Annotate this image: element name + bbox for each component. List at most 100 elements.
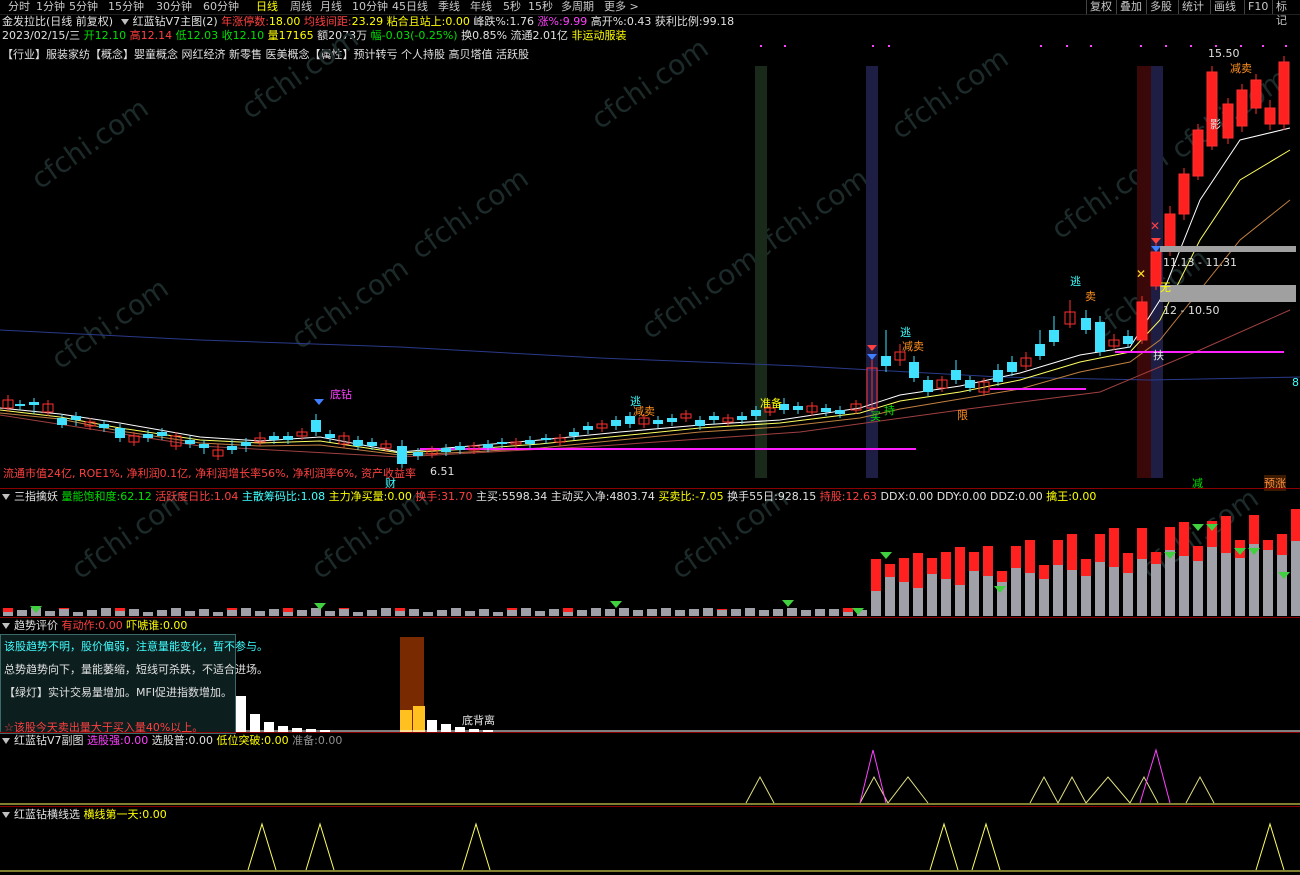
candle-body-43 <box>611 420 621 426</box>
candle-body-76 <box>1081 318 1091 330</box>
trend-bar-gold-2 <box>413 706 425 732</box>
panel4-title[interactable]: 红蓝钻V7副图 <box>14 734 84 747</box>
candle-body-64 <box>909 362 919 378</box>
box-line-top <box>1160 246 1296 252</box>
vol-gray-76 <box>1067 570 1077 616</box>
panel2-items: 量能饱和度:62.12 活跃度日比:1.04 主散筹码比:1.08 主力净买量:… <box>62 490 1097 503</box>
panel2-item-label-3: 主力净买量: <box>325 490 388 503</box>
candle-body-86 <box>1222 103 1234 139</box>
candle-body-4 <box>57 418 67 425</box>
vol-gray-58 <box>815 609 825 616</box>
vol-gray-3 <box>45 611 55 616</box>
top-dot-9 <box>1190 45 1192 47</box>
candle-body-49 <box>695 420 705 426</box>
vol-gray-77 <box>1081 576 1091 616</box>
panel3-header: 趋势评价 有动作:0.00 吓唬谁:0.00 <box>2 619 187 633</box>
panel5-collapse-icon[interactable] <box>2 812 10 818</box>
candle-body-22 <box>311 420 321 432</box>
candle-body-79 <box>1123 336 1133 344</box>
vol-gray-48 <box>675 610 685 616</box>
vol-gray-83 <box>1165 550 1175 616</box>
box-label-1: 11.13 - 11.31 <box>1163 256 1237 269</box>
panel3-collapse-icon[interactable] <box>2 623 10 629</box>
panel2-item-value-11: 0.00 <box>962 490 987 503</box>
candle-body-8 <box>115 428 125 438</box>
panel3-item2-label: 吓唬谁: <box>126 619 163 632</box>
vol-gray-36 <box>507 610 517 616</box>
trend-evaluation-box: 该股趋势不明，股价偏弱，注意量能变化，暂不参与。 总势趋势向下，量能萎缩，短线可… <box>0 634 268 734</box>
candle-body-52 <box>737 416 747 420</box>
vol-gray-85 <box>1193 561 1203 616</box>
reduce-label-2: 减卖 <box>902 340 924 353</box>
panel5-header: 红蓝钻横线选 横线第一天:0.00 <box>2 808 167 822</box>
candle-body-84 <box>1192 129 1204 177</box>
vol-gray-4 <box>59 609 69 616</box>
vol-gray-82 <box>1151 564 1161 616</box>
vol-diamond-5 <box>880 552 892 559</box>
vol-gray-49 <box>689 609 699 616</box>
panel2-item-value-2: 1.08 <box>300 490 326 503</box>
panel3-title[interactable]: 趋势评价 <box>14 619 58 632</box>
vol-gray-8 <box>115 611 125 616</box>
vol-gray-25 <box>353 612 363 616</box>
candle-body-74 <box>1049 330 1059 342</box>
candle-body-58 <box>821 408 831 412</box>
sub-tri-1 <box>859 775 889 804</box>
vol-gray-60 <box>843 612 853 616</box>
candle-body-35 <box>497 442 507 444</box>
candle-body-46 <box>653 420 663 424</box>
panel2-item-label-11: DDY: <box>933 490 963 503</box>
candle-body-80 <box>1136 301 1148 341</box>
bottom-divergence-label: 底背离 <box>462 714 495 727</box>
candle-body-20 <box>283 436 293 440</box>
candle-body-82 <box>1164 213 1176 251</box>
panel2-item-value-4: 31.70 <box>441 490 473 503</box>
sub-tri-7 <box>1185 775 1215 804</box>
vol-gray-84 <box>1179 556 1189 616</box>
panel2-item-label-10: DDX: <box>877 490 909 503</box>
panel4-items: 选股强:0.00 选股普:0.00 低位突破:0.00 准备:0.00 <box>87 734 342 747</box>
panel2-item-label-9: 持股: <box>816 490 846 503</box>
vol-gray-90 <box>1263 550 1273 616</box>
sub-tri-5 <box>1085 776 1131 804</box>
vol-gray-35 <box>493 612 503 616</box>
panel2-item-value-1: 1.04 <box>213 490 239 503</box>
panel2-item-label-1: 活跃度日比: <box>151 490 214 503</box>
vol-gray-18 <box>255 611 265 616</box>
top-dot-2 <box>872 45 874 47</box>
vol-gray-6 <box>87 610 97 616</box>
panel4-item-value-3: 0.00 <box>317 734 343 747</box>
buy-label: 买 <box>870 410 881 423</box>
panel2-item-value-8: 928.15 <box>777 490 817 503</box>
panel4-collapse-icon[interactable] <box>2 738 10 744</box>
vol-gray-7 <box>101 608 111 616</box>
trend-white-bar-0 <box>236 696 246 732</box>
top-dot-0 <box>760 45 762 47</box>
line-tri-0 <box>247 822 277 871</box>
candle-body-50 <box>709 416 719 420</box>
top-dot-12 <box>1262 45 1264 47</box>
vol-gray-42 <box>591 608 601 616</box>
candle-body-62 <box>881 356 891 366</box>
vol-gray-43 <box>605 609 615 616</box>
panel2-collapse-icon[interactable] <box>2 494 10 500</box>
panel2-item-label-13: 擒王: <box>1042 490 1072 503</box>
trend-bar-gold-1 <box>400 710 412 732</box>
panel4-header: 红蓝钻V7副图 选股强:0.00 选股普:0.00 低位突破:0.00 准备:0… <box>2 734 342 748</box>
panel2-item-label-6: 主动买入净: <box>547 490 610 503</box>
vol-gray-75 <box>1053 565 1063 616</box>
trend-line-3: 【绿灯】实计交易量增加。MFI促进指数增加。 <box>4 686 233 699</box>
fundamentals-line: 流通市值24亿, ROE1%, 净利润0.1亿, 净利润增长率56%, 净利润率… <box>3 467 417 480</box>
watermark-3: cfchi.com <box>585 31 714 135</box>
panel2-title[interactable]: 三指擒妖 <box>14 490 58 503</box>
vol-gray-24 <box>339 609 349 616</box>
sub-tri-3 <box>1029 775 1059 804</box>
vol-gray-29 <box>409 609 419 616</box>
limit-label: 限 <box>957 409 968 422</box>
vol-gray-31 <box>437 610 447 616</box>
vol-gray-55 <box>773 609 783 616</box>
watermark-5: cfchi.com <box>885 41 1014 145</box>
top-dot-4 <box>1040 45 1042 47</box>
watermark-0: cfchi.com <box>25 91 154 195</box>
panel5-title[interactable]: 红蓝钻横线选 <box>14 808 80 821</box>
